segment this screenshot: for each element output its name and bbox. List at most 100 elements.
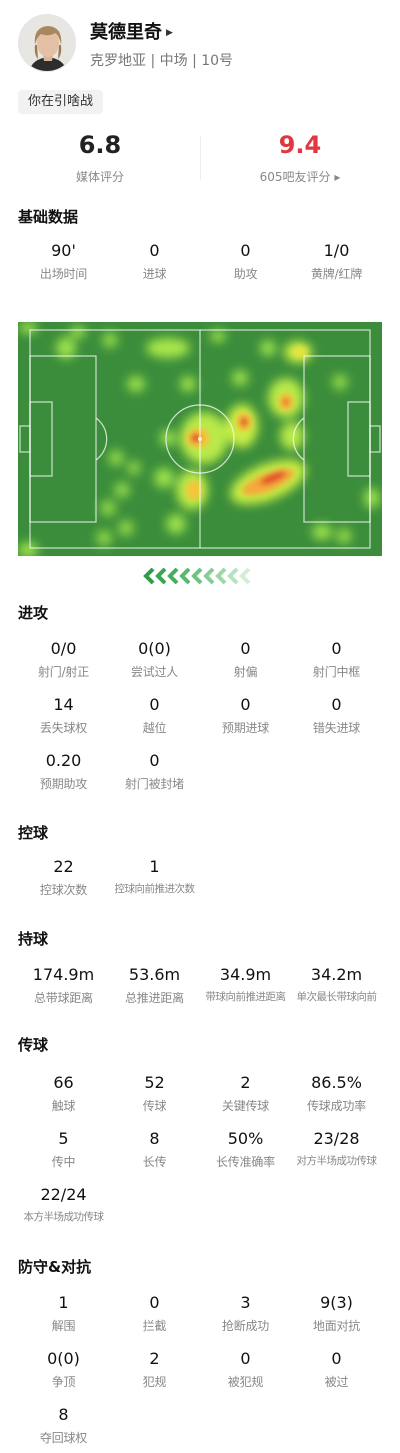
stat-label: 抢断成功 [221, 1319, 270, 1333]
stat-value: 3 [240, 1293, 251, 1312]
stat-label: 争顶 [51, 1375, 76, 1389]
avatar-photo-icon [19, 15, 75, 71]
stat-crosses: 5 传中 [18, 1128, 109, 1170]
stat-own-half-passes: 22/24 本方半场成功传球 [18, 1184, 109, 1224]
stat-value: 0/0 [50, 639, 77, 658]
stat-label: 带球向前推进距离 [205, 991, 287, 1003]
stat-value: 66 [53, 1073, 74, 1092]
stat-long-ball-accuracy: 50% 长传准确率 [200, 1128, 291, 1170]
stat-clearances: 1 解围 [18, 1292, 109, 1334]
stat-recoveries: 8 夺回球权 [18, 1404, 109, 1446]
player-name-link[interactable]: 莫德里奇 ▶ [90, 18, 173, 44]
stat-value: 0 [331, 1349, 342, 1368]
stat-value: 90' [51, 241, 76, 260]
stat-label: 犯规 [142, 1375, 167, 1389]
stat-label: 射门被封堵 [124, 777, 184, 791]
ratings: 6.8 媒体评分 9.4 605吧友评分 ▸ [0, 128, 400, 190]
topic-tag[interactable]: 你在引啥战 [18, 90, 104, 114]
stat-label: 传球 [142, 1099, 167, 1113]
stat-progressive-possessions: 1 控球向前推进次数 [109, 856, 200, 896]
stat-label: 助攻 [233, 267, 258, 281]
fan-rating-label[interactable]: 605吧友评分 ▸ [200, 168, 400, 185]
stat-label: 射偏 [233, 665, 258, 679]
stat-value: 0(0) [138, 639, 171, 658]
stat-aerial-duels: 0(0) 争顶 [18, 1348, 109, 1390]
stat-possession-lost: 14 丢失球权 [18, 694, 109, 736]
stat-woodwork: 0 射门中框 [291, 638, 382, 680]
stat-value: 14 [53, 695, 74, 714]
section-title-basic: 基础数据 [18, 208, 79, 226]
section-title-carry: 持球 [18, 930, 49, 948]
player-meta: 克罗地亚 | 中场 | 10号 [90, 53, 234, 69]
stat-label: 射门/射正 [37, 665, 90, 679]
stat-label: 长传 [142, 1155, 167, 1169]
section-title-defense: 防守&对抗 [18, 1258, 92, 1276]
fan-rating-value: 9.4 [278, 131, 322, 159]
stat-value: 0 [149, 1293, 160, 1312]
stat-was-fouled: 0 被犯规 [200, 1348, 291, 1390]
section-title-attack: 进攻 [18, 604, 49, 622]
stat-label: 被过 [324, 1375, 349, 1389]
stat-big-chances-missed: 0 错失进球 [291, 694, 382, 736]
stat-value: 53.6m [128, 965, 181, 984]
stat-label: 单次最长带球向前 [296, 991, 378, 1003]
stat-value: 22/24 [40, 1185, 87, 1204]
stat-value: 86.5% [311, 1073, 362, 1092]
heatmap-pitch [18, 322, 382, 558]
direction-chevrons-icon [143, 567, 251, 585]
stat-value: 0 [240, 695, 251, 714]
caret-right-icon: ▶ [166, 28, 173, 38]
fan-rating[interactable]: 9.4 605吧友评分 ▸ [200, 128, 400, 185]
stat-value: 2 [240, 1073, 251, 1092]
stat-touches: 66 触球 [18, 1072, 109, 1114]
stat-value: 34.9m [219, 965, 272, 984]
stat-offsides: 0 越位 [109, 694, 200, 736]
stat-interceptions: 0 拦截 [109, 1292, 200, 1334]
stat-value: 52 [144, 1073, 165, 1092]
stat-tackles-won: 3 抢断成功 [200, 1292, 291, 1334]
stat-progressive-distance: 53.6m 总推进距离 [109, 964, 200, 1006]
stat-label: 对方半场成功传球 [296, 1155, 378, 1167]
stat-label: 黄牌/红牌 [310, 267, 363, 281]
stat-label: 触球 [51, 1099, 76, 1113]
stat-label: 进球 [142, 267, 167, 281]
stat-key-passes: 2 关键传球 [200, 1072, 291, 1114]
stat-value: 5 [58, 1129, 69, 1148]
stat-goals: 0 进球 [109, 240, 200, 282]
stat-label: 出场时间 [39, 267, 88, 281]
stat-value: 174.9m [32, 965, 95, 984]
stat-value: 0 [149, 751, 160, 770]
stat-value: 0(0) [47, 1349, 80, 1368]
stat-label: 传球成功率 [306, 1099, 366, 1113]
stat-label: 越位 [142, 721, 167, 735]
stat-forward-carry-distance: 34.9m 带球向前推进距离 [200, 964, 291, 1004]
stat-label: 错失进球 [312, 721, 361, 735]
stat-fouls: 2 犯规 [109, 1348, 200, 1390]
stat-label: 传中 [51, 1155, 76, 1169]
stat-ground-duels: 9(3) 地面对抗 [291, 1292, 382, 1334]
stat-label: 夺回球权 [39, 1431, 88, 1445]
stat-value: 34.2m [310, 965, 363, 984]
stat-value: 1 [149, 857, 160, 876]
stat-label: 射门中框 [312, 665, 361, 679]
stat-value: 0 [149, 695, 160, 714]
stat-value: 23/28 [313, 1129, 360, 1148]
stat-xg: 0 预期进球 [200, 694, 291, 736]
media-rating-label: 媒体评分 [75, 170, 124, 184]
stat-label: 长传准确率 [215, 1155, 275, 1169]
stat-label: 总推进距离 [124, 991, 184, 1005]
stat-value: 0.20 [45, 751, 82, 770]
player-name: 莫德里奇 [90, 22, 162, 43]
stat-label: 拦截 [142, 1319, 167, 1333]
stat-value: 50% [227, 1129, 264, 1148]
player-avatar[interactable] [18, 14, 76, 72]
stat-value: 1 [58, 1293, 69, 1312]
stat-label: 被犯规 [227, 1375, 264, 1389]
stat-value: 0 [240, 241, 251, 260]
media-rating-value: 6.8 [78, 131, 122, 159]
stat-pass-accuracy: 86.5% 传球成功率 [291, 1072, 382, 1114]
stat-value: 9(3) [320, 1293, 353, 1312]
section-title-control: 控球 [18, 824, 49, 842]
stat-shots-off: 0 射偏 [200, 638, 291, 680]
player-header: 莫德里奇 ▶ 克罗地亚 | 中场 | 10号 [0, 0, 400, 80]
